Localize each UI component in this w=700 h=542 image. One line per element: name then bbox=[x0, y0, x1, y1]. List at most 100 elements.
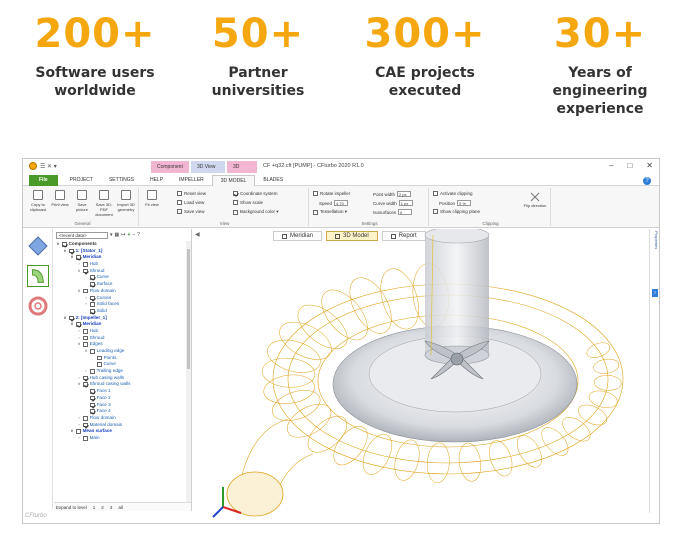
tree-item[interactable]: Curve bbox=[54, 274, 186, 281]
tree-item-checkbox[interactable] bbox=[76, 255, 81, 261]
activate-clipping-checkbox[interactable]: Activate clipping bbox=[433, 191, 473, 196]
tree-expander-icon[interactable]: ∨ bbox=[70, 254, 74, 261]
maximize-button[interactable]: □ bbox=[627, 161, 632, 170]
tree-item[interactable]: › Hub bbox=[54, 261, 186, 268]
tree-item[interactable]: ∨ Flow domain bbox=[54, 288, 186, 295]
minimize-button[interactable]: – bbox=[609, 161, 613, 170]
tree-item-checkbox[interactable] bbox=[83, 382, 88, 388]
tree-item[interactable]: ∨ Shroud casing walls bbox=[54, 381, 186, 388]
tree-help-icon[interactable]: ? bbox=[137, 232, 140, 238]
tessellation-dropdown[interactable]: Tessellation ▾ bbox=[313, 209, 347, 215]
coordinate-system-checkbox[interactable]: Coordinate system bbox=[233, 191, 278, 196]
tree-item-checkbox[interactable] bbox=[69, 315, 74, 321]
help-icon[interactable]: ? bbox=[643, 177, 651, 185]
tab-impeller[interactable]: IMPELLER bbox=[171, 175, 212, 186]
tree-expander-icon[interactable]: › bbox=[77, 375, 81, 382]
save-view-button[interactable]: Save view bbox=[177, 209, 205, 214]
rotate-impeller-checkbox[interactable]: Rotate impeller bbox=[313, 191, 350, 196]
tree-expander-icon[interactable]: ∨ bbox=[70, 428, 74, 435]
tree-item-checkbox[interactable] bbox=[83, 375, 88, 381]
tree-item-checkbox[interactable] bbox=[83, 342, 88, 347]
properties-help-icon[interactable]: ? bbox=[652, 289, 658, 297]
tree-filter-icon[interactable]: ▦ bbox=[115, 232, 120, 238]
fit-view-button[interactable]: Fit view bbox=[143, 190, 161, 207]
tab-help[interactable]: HELP bbox=[142, 175, 171, 186]
close-button[interactable]: ✕ bbox=[646, 161, 653, 170]
tree-expander-icon[interactable]: ∨ bbox=[63, 315, 67, 322]
properties-side-tab[interactable]: Properties bbox=[651, 231, 659, 271]
copy-clipboard-button[interactable]: Copy to clipboard bbox=[29, 190, 47, 212]
tree-item[interactable]: › Hub bbox=[54, 328, 186, 335]
tree-expander-icon[interactable]: › bbox=[77, 422, 81, 429]
tab-project[interactable]: PROJECT bbox=[62, 175, 101, 186]
tree-item[interactable]: ∨ 2: [Impeller_1] bbox=[54, 315, 186, 322]
tree-item[interactable]: › Solid faces bbox=[54, 301, 186, 308]
tree-item[interactable]: Points bbox=[54, 355, 186, 362]
tree-item-checkbox[interactable] bbox=[83, 328, 88, 334]
tree-item-checkbox[interactable] bbox=[90, 395, 95, 401]
tree-item[interactable]: ∨ Mean surface bbox=[54, 428, 186, 435]
background-color-dropdown[interactable]: Background color ▾ bbox=[233, 209, 279, 215]
tree-expander-icon[interactable]: › bbox=[84, 368, 88, 375]
show-clipping-plane-checkbox[interactable]: Show clipping plane bbox=[433, 209, 480, 214]
tree-item-checkbox[interactable] bbox=[83, 422, 88, 428]
tree-item[interactable]: › Flow domain bbox=[54, 415, 186, 422]
tree-item-checkbox[interactable] bbox=[90, 409, 95, 414]
tree-item[interactable]: ∨ Leading edge bbox=[54, 348, 186, 355]
tree-item[interactable]: ∨ Edges bbox=[54, 341, 186, 348]
tree-expander-icon[interactable]: › bbox=[84, 295, 88, 302]
curve-width-input[interactable]: 1 px bbox=[398, 200, 413, 206]
tree-item[interactable]: › Curves bbox=[54, 295, 186, 302]
tree-item[interactable]: › Material domain bbox=[54, 422, 186, 429]
tree-expander-icon[interactable]: ∨ bbox=[77, 381, 81, 388]
tab-file[interactable]: File bbox=[29, 174, 58, 186]
recent-data-combo[interactable]: <recent data> bbox=[56, 231, 108, 239]
tree-expander-icon[interactable]: ∨ bbox=[77, 268, 81, 275]
tree-item[interactable]: › Trailing edge bbox=[54, 368, 186, 375]
tree-expander-icon[interactable]: ∨ bbox=[63, 248, 67, 255]
tree-scrollbar[interactable] bbox=[186, 241, 191, 503]
quick-access-icons[interactable]: ☰ ✕ ▾ bbox=[40, 163, 57, 170]
tree-item-checkbox[interactable] bbox=[83, 262, 88, 267]
tree-item-checkbox[interactable] bbox=[62, 242, 67, 247]
load-view-button[interactable]: Load view bbox=[177, 200, 204, 205]
stator-component-icon[interactable] bbox=[27, 235, 49, 257]
clip-position-input[interactable]: 0 % bbox=[457, 200, 472, 206]
tree-expander-icon[interactable]: › bbox=[84, 301, 88, 308]
tree-item-checkbox[interactable] bbox=[90, 308, 95, 314]
context-tab-component[interactable]: Component bbox=[151, 161, 189, 173]
tree-remove-icon[interactable]: – bbox=[132, 232, 135, 238]
tree-expander-icon[interactable]: › bbox=[77, 435, 81, 442]
tree-item[interactable]: Face 3 bbox=[54, 402, 186, 409]
isosurface-input[interactable]: 0 bbox=[398, 209, 413, 215]
import-geometry-button[interactable]: Import 3D geometry bbox=[117, 190, 135, 212]
tree-item-checkbox[interactable] bbox=[90, 302, 95, 307]
tree-menu-icon[interactable]: ▾ bbox=[110, 232, 113, 238]
expand-level-all[interactable]: all bbox=[118, 505, 123, 510]
tree-item-checkbox[interactable] bbox=[97, 362, 102, 368]
tree-item[interactable]: ∨ Shroud bbox=[54, 268, 186, 275]
save-picture-button[interactable]: Save picture bbox=[73, 190, 91, 212]
3d-viewport[interactable]: ◀ Meridian 3D Model Report bbox=[193, 229, 651, 523]
tree-item[interactable]: ∨ Meridian bbox=[54, 254, 186, 261]
scrollbar-thumb[interactable] bbox=[187, 249, 190, 369]
save-3d-pdf-button[interactable]: Save 3D-PDF document bbox=[95, 190, 113, 217]
tree-expander-icon[interactable]: ∨ bbox=[77, 288, 81, 295]
reset-view-button[interactable]: Reset view bbox=[177, 191, 206, 196]
quick-access-toolbar[interactable]: ☰ ✕ ▾ bbox=[29, 162, 57, 170]
tree-expander-icon[interactable]: ∨ bbox=[77, 341, 81, 348]
tree-expander-icon[interactable]: ∨ bbox=[70, 321, 74, 328]
tree-item-checkbox[interactable] bbox=[83, 435, 88, 441]
print-view-button[interactable]: Print view bbox=[51, 190, 69, 207]
tree-item[interactable]: › Hub casing walls bbox=[54, 375, 186, 382]
tree-expand-icon[interactable]: ↦ bbox=[121, 232, 125, 238]
flip-direction-button[interactable]: Flip direction bbox=[523, 192, 547, 208]
tab-settings[interactable]: SETTINGS bbox=[101, 175, 142, 186]
expand-level-1[interactable]: 1 bbox=[93, 505, 96, 510]
tree-expander-icon[interactable]: › bbox=[77, 328, 81, 335]
expand-level-3[interactable]: 3 bbox=[110, 505, 113, 510]
tree-item-checkbox[interactable] bbox=[90, 402, 95, 408]
tree-expander-icon[interactable]: ∨ bbox=[84, 348, 88, 355]
show-scale-checkbox[interactable]: Show scale bbox=[233, 200, 263, 205]
tree-expander-icon[interactable]: ∨ bbox=[56, 241, 60, 248]
